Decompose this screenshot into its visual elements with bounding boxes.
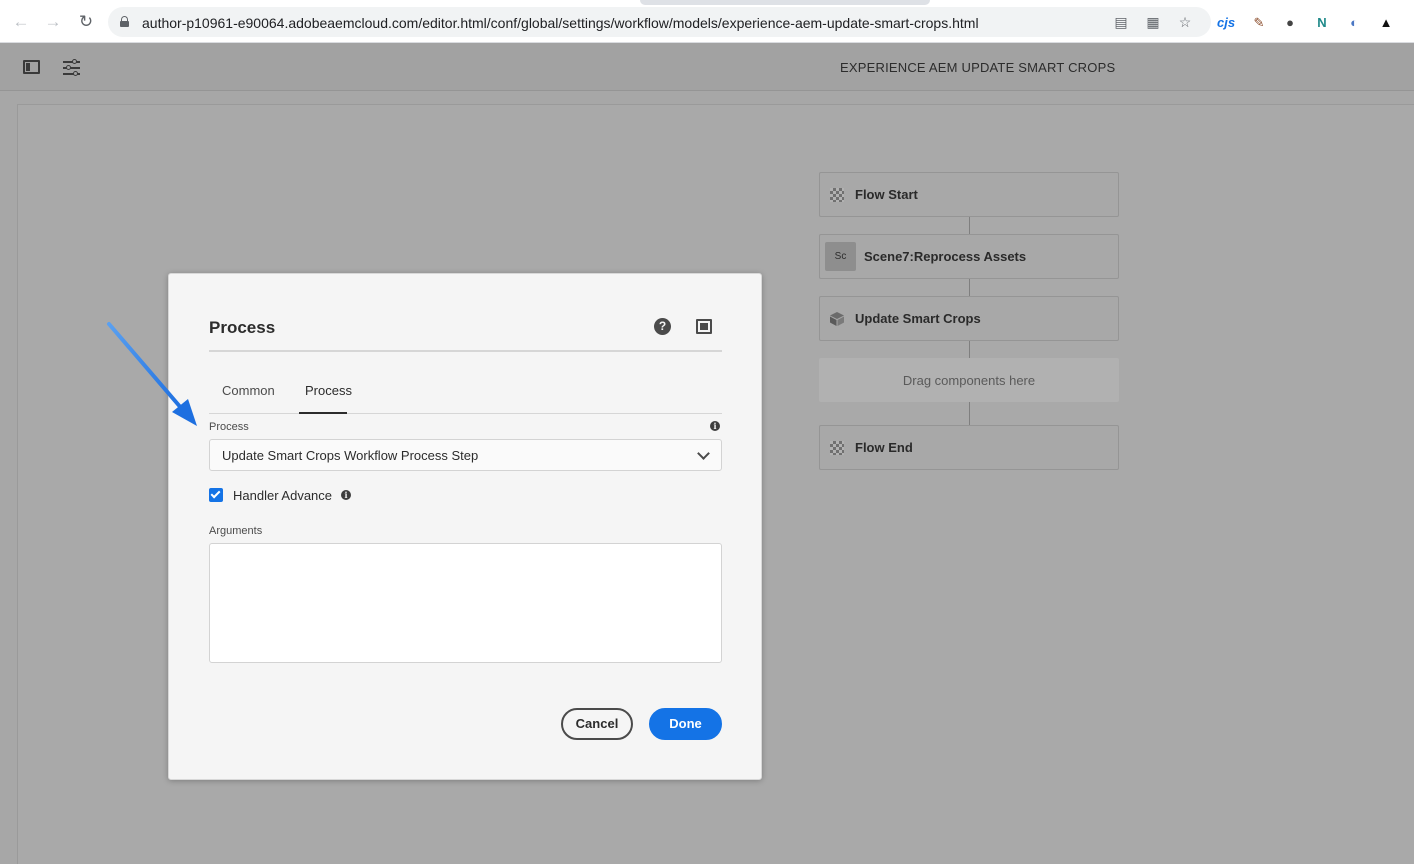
- workflow-node-flow-start[interactable]: Flow Start: [819, 172, 1119, 217]
- drop-zone[interactable]: Drag components here: [819, 358, 1119, 402]
- node-label: Update Smart Crops: [855, 311, 981, 326]
- info-icon[interactable]: i: [341, 490, 351, 500]
- tab-common[interactable]: Common: [222, 383, 275, 398]
- drop-zone-label: Drag components here: [902, 373, 1036, 388]
- n-extension-icon[interactable]: N: [1313, 14, 1331, 32]
- process-select-value: Update Smart Crops Workflow Process Step: [222, 448, 479, 463]
- checkmark-icon: [210, 488, 221, 499]
- side-panel-toggle-icon[interactable]: [22, 57, 42, 77]
- lock-icon[interactable]: [120, 16, 129, 27]
- cube-icon: [830, 312, 844, 326]
- process-step-dialog: Process ? Common Process Process i Updat…: [168, 273, 762, 780]
- pen-extension-icon[interactable]: ✎: [1250, 14, 1268, 32]
- handler-advance-label[interactable]: Handler Advance: [233, 488, 332, 503]
- reload-icon[interactable]: ↻: [77, 13, 95, 31]
- node-label: Flow Start: [855, 187, 918, 202]
- help-icon[interactable]: ?: [654, 318, 671, 335]
- process-select[interactable]: Update Smart Crops Workflow Process Step: [209, 439, 722, 471]
- page-title: EXPERIENCE AEM UPDATE SMART CROPS: [840, 60, 1116, 75]
- address-bar[interactable]: author-p10961-e90064.adobeaemcloud.com/e…: [108, 7, 1211, 37]
- cast-icon[interactable]: ▤: [1113, 14, 1129, 30]
- tab-hint: [640, 0, 930, 5]
- forward-arrow-icon[interactable]: →: [44, 13, 62, 31]
- scene7-node-icon: Sc: [825, 242, 856, 271]
- divider: [209, 350, 722, 352]
- cjs-extension-icon[interactable]: cjs: [1217, 14, 1235, 32]
- fullscreen-icon[interactable]: [696, 319, 712, 334]
- qr-code-icon[interactable]: ▦: [1145, 14, 1161, 30]
- info-icon[interactable]: i: [710, 421, 720, 431]
- tab-process[interactable]: Process: [305, 383, 352, 398]
- incognito-extension-icon[interactable]: ▲: [1377, 14, 1395, 32]
- active-tab-indicator: [299, 412, 347, 414]
- node-label: Flow End: [855, 440, 913, 455]
- browser-toolbar: ← → ↻ author-p10961-e90064.adobeaemcloud…: [0, 0, 1414, 43]
- bookmark-star-icon[interactable]: ☆: [1177, 14, 1193, 30]
- arguments-textarea[interactable]: [209, 543, 722, 663]
- annotation-arrow-icon: [107, 322, 197, 426]
- url-text[interactable]: author-p10961-e90064.adobeaemcloud.com/e…: [142, 15, 979, 31]
- connector-line: [969, 279, 970, 296]
- cancel-button[interactable]: Cancel: [561, 708, 633, 740]
- divider: [209, 413, 722, 414]
- tabstrip-edge: [0, 0, 1414, 5]
- workflow-node-flow-end[interactable]: Flow End: [819, 425, 1119, 470]
- handler-advance-checkbox[interactable]: [209, 488, 223, 502]
- chevron-down-icon[interactable]: [697, 447, 710, 460]
- checker-icon: [830, 441, 844, 455]
- arguments-field-label: Arguments: [209, 525, 263, 537]
- process-field-label: Process: [209, 421, 249, 433]
- node-label: Scene7:Reprocess Assets: [864, 249, 1027, 264]
- back-arrow-icon[interactable]: ←: [12, 13, 30, 31]
- dialog-title: Process: [209, 318, 276, 337]
- workflow-node-scene7-reprocess[interactable]: Sc Scene7:Reprocess Assets: [819, 234, 1119, 279]
- compass-extension-icon[interactable]: ◐: [1345, 14, 1363, 32]
- connector-line: [969, 402, 970, 425]
- checker-icon: [830, 188, 844, 202]
- connector-line: [969, 217, 970, 234]
- connector-line: [969, 341, 970, 358]
- circle-extension-icon[interactable]: ●: [1281, 14, 1299, 32]
- done-button[interactable]: Done: [649, 708, 722, 740]
- editor-toolbar: EXPERIENCE AEM UPDATE SMART CROPS: [0, 43, 1414, 91]
- workflow-node-update-smart-crops[interactable]: Update Smart Crops: [819, 296, 1119, 341]
- page-properties-icon[interactable]: [62, 57, 82, 77]
